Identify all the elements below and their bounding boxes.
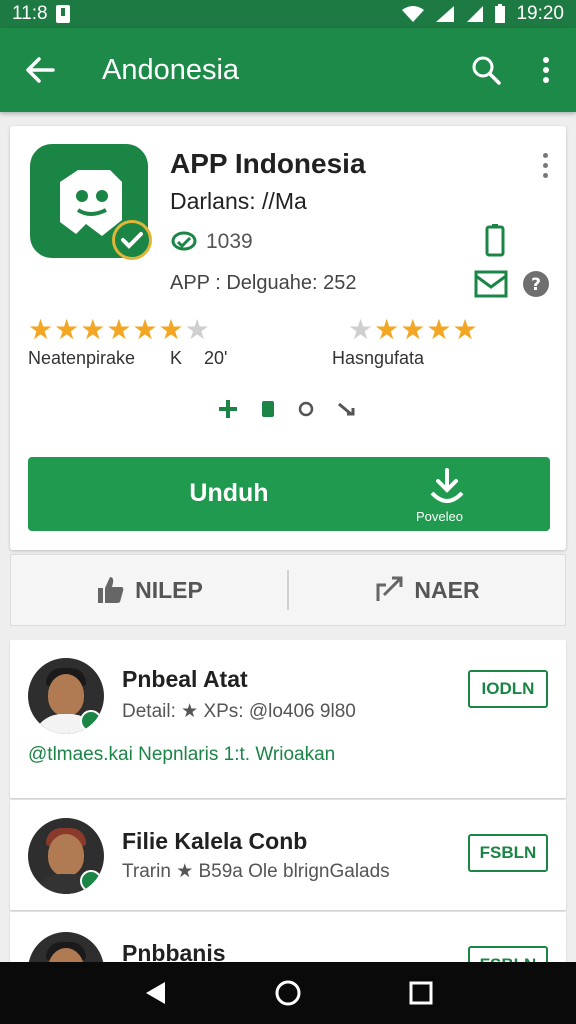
app-icon bbox=[30, 144, 152, 260]
rating-label-right: Hasngufata bbox=[332, 348, 425, 368]
download-count: 1039 bbox=[206, 230, 253, 253]
item-name: Pnbeal Atat bbox=[122, 666, 248, 692]
card-overflow-menu[interactable] bbox=[535, 150, 555, 180]
rating-count-b: 20' bbox=[204, 348, 228, 368]
download-label: Unduh bbox=[189, 479, 269, 507]
rating-count-a: K bbox=[170, 348, 183, 368]
status-time: 19:20 bbox=[516, 3, 564, 24]
app-name: APP Indonesia bbox=[170, 148, 366, 179]
avatar bbox=[28, 818, 104, 894]
thumbs-up-icon bbox=[98, 577, 124, 603]
rating-stars-left: ★ ★ ★ ★ ★ ★ ★ bbox=[28, 314, 210, 345]
like-label: NILEP bbox=[135, 576, 203, 603]
app-bar: Andonesia bbox=[0, 28, 576, 112]
search-icon bbox=[472, 56, 501, 85]
download-icon bbox=[430, 468, 464, 503]
list-item[interactable]: Pnbeal Atat Detail: ★ XPs: @lo406 9l80 @… bbox=[10, 640, 566, 798]
plus-icon[interactable] bbox=[217, 398, 239, 420]
verified-badge bbox=[112, 220, 152, 260]
follow-button[interactable]: IODLN bbox=[468, 670, 548, 708]
app-detail-card: APP Indonesia Darlans: //Ma 1039 APP : D… bbox=[10, 126, 566, 550]
quick-actions bbox=[10, 398, 566, 420]
status-time-left: 11:8 bbox=[12, 3, 48, 24]
download-count-icon bbox=[171, 231, 197, 251]
back-button[interactable] bbox=[0, 28, 80, 112]
svg-text:?: ? bbox=[531, 275, 541, 295]
share-icon bbox=[376, 576, 403, 601]
status-bar: 11:8 19:20 bbox=[0, 0, 576, 28]
like-button[interactable]: NILEP bbox=[11, 575, 287, 605]
item-name: Pnbbanis bbox=[122, 940, 226, 962]
rating-label-left: Neatenpirake bbox=[28, 348, 136, 368]
overflow-menu-button[interactable] bbox=[516, 28, 576, 112]
more-vert-icon bbox=[543, 57, 549, 83]
arrow-back-icon bbox=[26, 57, 55, 83]
circle-icon[interactable] bbox=[297, 400, 315, 418]
avatar bbox=[28, 658, 104, 734]
app-developer[interactable]: Darlans: //Ma bbox=[170, 188, 307, 215]
help-icon[interactable]: ? bbox=[522, 270, 550, 298]
download-sub-label: Poveleo bbox=[416, 509, 463, 524]
rating-stars-right: ★ ★ ★ ★ ★ bbox=[348, 314, 478, 345]
phone-icon[interactable] bbox=[484, 224, 506, 258]
share-label: NAER bbox=[414, 576, 480, 603]
list-item[interactable]: Pnbbanis FSBLN bbox=[10, 912, 566, 962]
page-title: Andonesia bbox=[102, 53, 240, 86]
item-meta: Detail: ★ XPs: @lo406 9l80 bbox=[122, 701, 356, 722]
home-nav-icon[interactable] bbox=[274, 979, 302, 1007]
search-button[interactable] bbox=[456, 28, 516, 112]
avatar bbox=[28, 932, 104, 962]
like-share-bar: NILEP NAER bbox=[10, 554, 566, 626]
back-nav-icon[interactable] bbox=[143, 980, 167, 1006]
app-category: APP : Delguahe: 252 bbox=[170, 272, 357, 294]
follow-button[interactable]: FSBLN bbox=[468, 946, 548, 962]
download-button[interactable]: Unduh Poveleo bbox=[28, 457, 550, 531]
mail-icon[interactable] bbox=[474, 270, 508, 298]
item-meta: Trarin ★ B59a Ole blrignGalads bbox=[122, 861, 390, 882]
signal-icon bbox=[436, 6, 455, 22]
item-tag[interactable]: @tlmaes.kai Nepnlaris 1:t. Wrioakan bbox=[28, 744, 335, 766]
square-icon[interactable] bbox=[261, 400, 275, 418]
list-item[interactable]: Filie Kalela Conb Trarin ★ B59a Ole blri… bbox=[10, 800, 566, 910]
verified-badge bbox=[80, 870, 102, 892]
signal-icon-2 bbox=[467, 6, 484, 22]
wifi-icon bbox=[402, 6, 425, 22]
item-name: Filie Kalela Conb bbox=[122, 828, 308, 854]
system-nav-bar bbox=[0, 962, 576, 1024]
app-downloads: 1039 bbox=[170, 230, 253, 254]
verified-badge bbox=[80, 710, 102, 732]
battery-icon bbox=[495, 4, 506, 23]
share-button[interactable]: NAER bbox=[289, 575, 565, 605]
notification-icon bbox=[55, 5, 70, 23]
recents-nav-icon[interactable] bbox=[409, 981, 433, 1005]
check-icon bbox=[121, 232, 143, 249]
follow-button[interactable]: FSBLN bbox=[468, 834, 548, 872]
share-arrow-icon[interactable] bbox=[337, 400, 359, 418]
